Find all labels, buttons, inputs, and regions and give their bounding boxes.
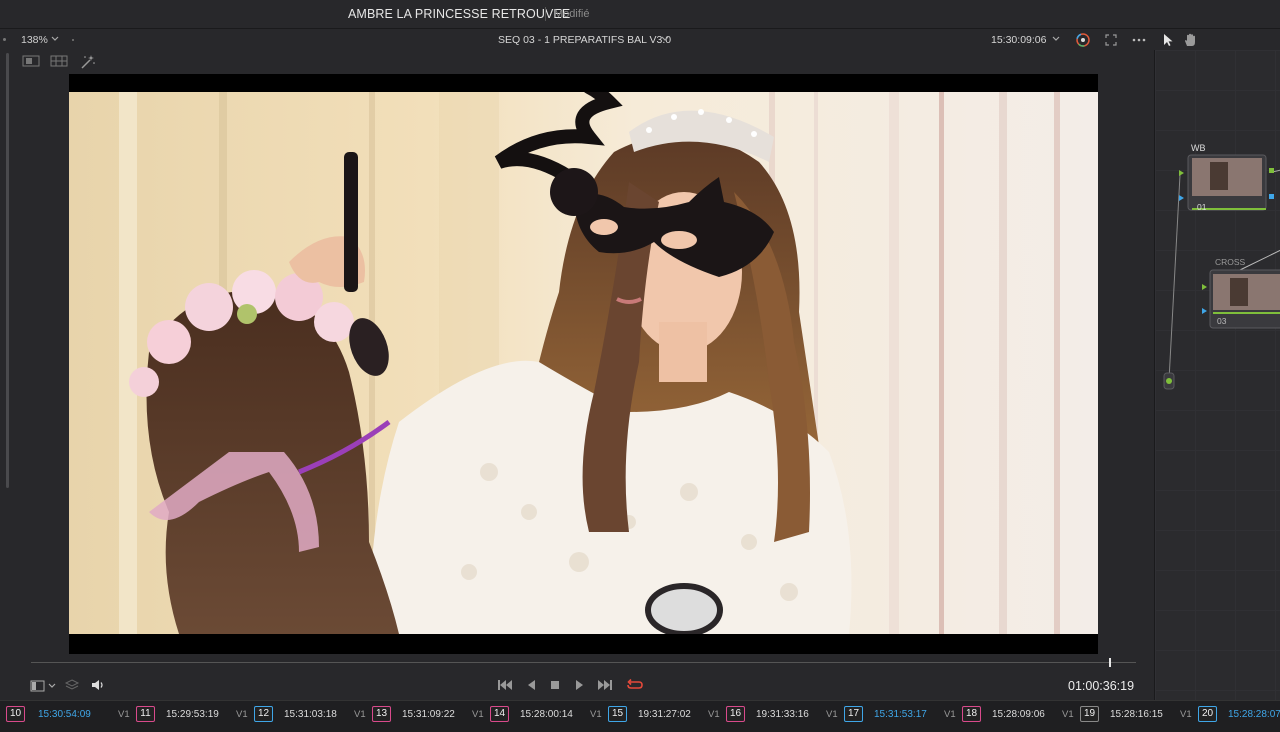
scrubber-track[interactable] — [31, 662, 1136, 663]
clip-number[interactable]: 19 — [1080, 706, 1100, 722]
loop-icon[interactable] — [626, 677, 643, 693]
node-label: WB — [1191, 143, 1206, 153]
layout-grid-icon[interactable] — [50, 54, 68, 70]
stop-icon[interactable] — [547, 677, 563, 693]
clip-track: V1 — [472, 709, 484, 720]
clip-track: V1 — [354, 709, 366, 720]
video-frame[interactable] — [69, 92, 1098, 634]
chevron-down-icon[interactable] — [1051, 32, 1061, 49]
chevron-down-icon[interactable] — [50, 32, 60, 49]
clip-timecode: 15:28:28:07 — [1228, 709, 1280, 720]
clip-item[interactable]: V1 12 15:31:03:18 — [236, 706, 358, 723]
play-icon[interactable] — [571, 677, 587, 693]
node-editor[interactable]: WB 01 CROSS 03 — [1154, 50, 1280, 700]
clip-track: V1 — [590, 709, 602, 720]
clip-item[interactable]: V1 17 15:31:53:17 — [826, 706, 948, 723]
clip-number[interactable]: 13 — [372, 706, 392, 722]
panel-dot — [3, 38, 6, 41]
title-separator — [545, 7, 546, 21]
separator-dot — [72, 39, 74, 41]
viewer-options-row — [14, 50, 1154, 74]
project-title: AMBRE LA PRINCESSE RETROUVEE — [348, 7, 571, 21]
clip-number[interactable]: 10 — [6, 706, 26, 722]
clip-item[interactable]: V1 20 15:28:28:07 — [1180, 706, 1280, 723]
view-options-icon[interactable] — [30, 678, 58, 694]
clip-number[interactable]: 11 — [136, 706, 155, 722]
chevron-down-icon[interactable] — [660, 32, 670, 49]
magic-wand-icon[interactable] — [80, 54, 96, 70]
clip-item[interactable]: V1 15 19:31:27:02 — [590, 706, 712, 723]
node-toolbar — [1154, 28, 1280, 50]
color-wheel-icon[interactable] — [1075, 32, 1091, 48]
clip-number[interactable]: 18 — [962, 706, 982, 722]
clip-timecode: 19:31:33:16 — [756, 709, 809, 720]
clip-timecode: 15:28:00:14 — [520, 709, 573, 720]
clip-timecode: 15:31:03:18 — [284, 709, 337, 720]
clip-item[interactable]: V1 19 15:28:16:15 — [1062, 706, 1184, 723]
clip-track: V1 — [1180, 709, 1192, 720]
clip-timecode: 15:30:54:09 — [38, 709, 91, 720]
speaker-icon[interactable] — [90, 677, 106, 693]
viewer-toolbar: 138% SEQ 03 - 1 PREPARATIFS BAL V3.0 15:… — [0, 28, 1154, 50]
clip-item[interactable]: V1 14 15:28:00:14 — [472, 706, 594, 723]
clip-number[interactable]: 12 — [254, 706, 274, 722]
clip-item[interactable]: V1 11 15:29:53:19 — [118, 706, 240, 723]
pointer-icon[interactable] — [1160, 32, 1176, 48]
clip-timecode: 15:29:53:19 — [166, 709, 219, 720]
modified-status: Modifié — [554, 8, 590, 20]
clip-track: V1 — [826, 709, 838, 720]
clip-number[interactable]: 20 — [1198, 706, 1218, 722]
play-reverse-icon[interactable] — [524, 677, 540, 693]
clip-number[interactable]: 14 — [490, 706, 510, 722]
node-label: CROSS — [1215, 257, 1246, 267]
node-number: 01 — [1197, 202, 1207, 212]
source-timecode: 15:30:09:06 — [991, 34, 1047, 46]
clip-track: V1 — [1062, 709, 1074, 720]
more-icon[interactable] — [1131, 32, 1147, 48]
clip-track: V1 — [944, 709, 956, 720]
clip-thumbnails — [0, 728, 1280, 732]
skip-back-icon[interactable] — [497, 677, 513, 693]
title-bar: AMBRE LA PRINCESSE RETROUVEE Modifié — [0, 0, 1280, 28]
layout-single-icon[interactable] — [22, 54, 40, 70]
layers-icon[interactable] — [64, 677, 80, 693]
clip-timecode: 19:31:27:02 — [638, 709, 691, 720]
clip-item[interactable]: 10 15:30:54:09 — [6, 706, 122, 723]
node-number: 03 — [1217, 316, 1227, 326]
clip-number[interactable]: 16 — [726, 706, 746, 722]
clip-track: V1 — [118, 709, 130, 720]
clip-timecode: 15:28:16:15 — [1110, 709, 1163, 720]
clip-item[interactable]: V1 16 19:31:33:16 — [708, 706, 830, 723]
timeline-name[interactable]: SEQ 03 - 1 PREPARATIFS BAL V3.0 — [498, 34, 671, 46]
clip-track: V1 — [236, 709, 248, 720]
zoom-value[interactable]: 138% — [21, 34, 48, 46]
skip-forward-icon[interactable] — [597, 677, 613, 693]
playhead[interactable] — [1109, 658, 1111, 667]
vertical-scrollbar[interactable] — [6, 53, 9, 488]
clip-number[interactable]: 15 — [608, 706, 628, 722]
clip-number[interactable]: 17 — [844, 706, 864, 722]
clip-timecode: 15:28:09:06 — [992, 709, 1045, 720]
fullscreen-icon[interactable] — [1103, 32, 1119, 48]
clip-timecode: 15:31:53:17 — [874, 709, 927, 720]
clip-timecode: 15:31:09:22 — [402, 709, 455, 720]
clip-item[interactable]: V1 18 15:28:09:06 — [944, 706, 1066, 723]
clip-item[interactable]: V1 13 15:31:09:22 — [354, 706, 476, 723]
hand-icon[interactable] — [1182, 32, 1198, 48]
clip-track: V1 — [708, 709, 720, 720]
playback-timecode: 01:00:36:19 — [1068, 679, 1135, 693]
